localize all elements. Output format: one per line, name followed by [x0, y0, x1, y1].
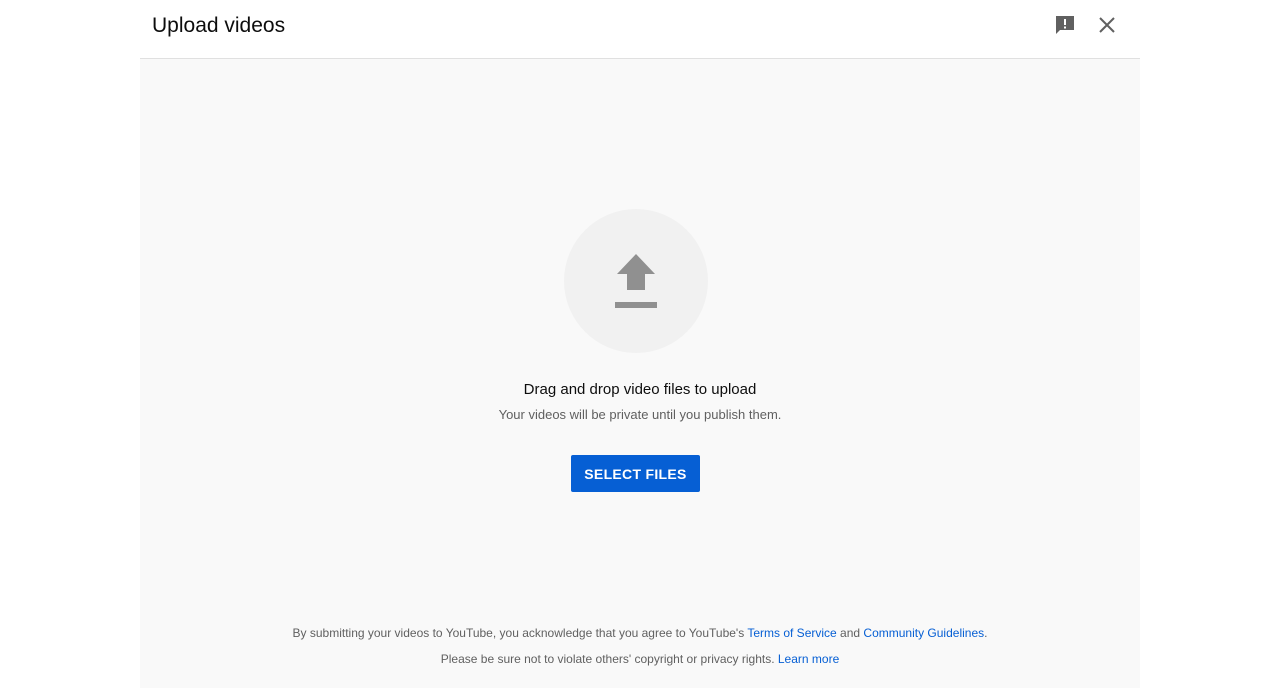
terms-of-service-link[interactable]: Terms of Service	[747, 626, 836, 640]
terms-notice-text: By submitting your videos to YouTube, yo…	[292, 626, 748, 640]
terms-notice: By submitting your videos to YouTube, yo…	[140, 625, 1140, 641]
copyright-notice: Please be sure not to violate others' co…	[140, 651, 1140, 667]
upload-arrow-icon	[615, 254, 657, 308]
terms-notice-and: and	[836, 626, 864, 640]
feedback-icon	[1056, 16, 1074, 34]
upload-dialog: Upload videos Drag and drop video files …	[140, 0, 1140, 688]
close-button[interactable]	[1095, 13, 1119, 37]
dialog-header: Upload videos	[140, 0, 1140, 59]
copyright-notice-text: Please be sure not to violate others' co…	[440, 652, 778, 666]
community-guidelines-link[interactable]: Community Guidelines	[863, 626, 984, 640]
learn-more-link[interactable]: Learn more	[778, 652, 839, 666]
feedback-button[interactable]	[1053, 13, 1077, 37]
dialog-title: Upload videos	[152, 14, 286, 37]
terms-notice-period: .	[984, 626, 988, 640]
privacy-note: Your videos will be private until you pu…	[498, 407, 782, 422]
select-files-button[interactable]: SELECT FILES	[571, 455, 700, 492]
drag-drop-text: Drag and drop video files to upload	[523, 381, 757, 398]
close-icon	[1099, 17, 1115, 33]
upload-drop-target[interactable]	[564, 209, 708, 353]
